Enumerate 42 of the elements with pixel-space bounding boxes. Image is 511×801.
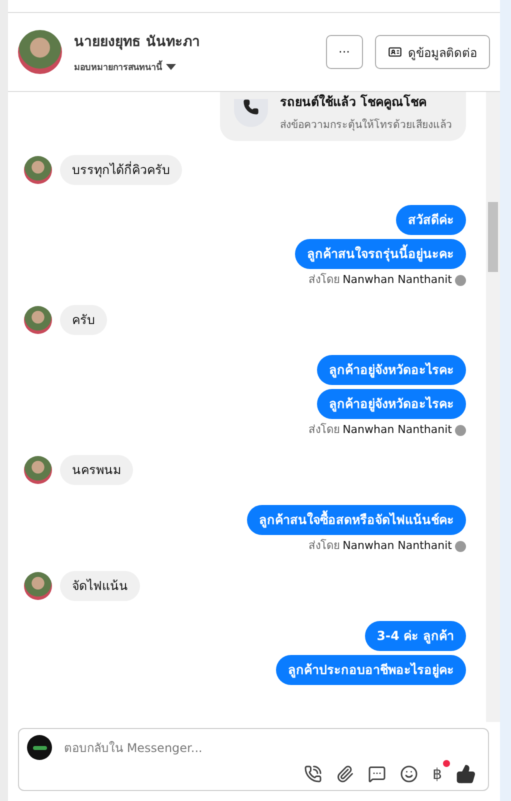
phone-icon (243, 98, 259, 114)
more-button[interactable]: ··· (326, 35, 363, 69)
avatar (24, 156, 52, 184)
page-logo-icon (27, 735, 52, 760)
contact-card-icon (388, 45, 402, 59)
contact-info-button[interactable]: ดูข้อมูลติดต่อ (375, 35, 490, 69)
avatar (24, 572, 52, 600)
paperclip-icon[interactable] (336, 765, 354, 783)
emoji-icon[interactable] (400, 765, 418, 783)
sent-message: ลูกค้าอยู่จังหวัดอะไรคะ (317, 389, 466, 419)
received-message: จัดไฟแน้น (60, 571, 140, 601)
sender-name: Nanwhan Nanthanit (342, 273, 452, 287)
sent-by-label: ส่งโดย (308, 273, 340, 287)
received-message: บรรทุกได้กี่คิวครับ (60, 155, 182, 185)
sent-message: 3-4 ค่ะ ลูกค้า (364, 621, 466, 651)
like-icon[interactable] (456, 764, 476, 784)
received-message: ครับ (60, 305, 107, 335)
help-icon[interactable] (455, 540, 466, 552)
avatar (18, 30, 62, 74)
avatar (24, 306, 52, 334)
received-message: นครพนม (60, 455, 133, 485)
call-card-title: รถยนต์ใช้แล้ว โชคคูณโชค (280, 93, 428, 112)
contact-name: นายยงยุทธ นันทะภา (74, 33, 201, 52)
sent-message: ลูกค้าอยู่จังหวัดอะไรคะ (317, 355, 466, 385)
sent-message: ลูกค้าประกอบอาชีพอะไรอยู่คะ (276, 655, 466, 685)
avatar (24, 456, 52, 484)
call-add-icon[interactable] (304, 765, 322, 783)
scrollbar-thumb[interactable] (488, 202, 498, 272)
sender-name: Nanwhan Nanthanit (342, 423, 452, 437)
scrollbar[interactable] (486, 92, 500, 722)
help-icon[interactable] (455, 424, 466, 436)
chat-bubble-icon[interactable] (368, 765, 386, 783)
help-icon[interactable] (455, 274, 466, 286)
sent-message: สวัสดีค่ะ (396, 205, 466, 235)
payment-button[interactable]: ฿ (432, 765, 442, 783)
assign-dropdown[interactable]: มอบหมายการสนทนานี้ (74, 60, 314, 74)
sent-by-label: ส่งโดย (308, 539, 340, 553)
sent-message: ลูกค้าสนใจรถรุ่นนี้อยู่นะคะ (295, 239, 466, 269)
sender-name: Nanwhan Nanthanit (342, 539, 452, 553)
sent-by-label: ส่งโดย (308, 423, 340, 437)
sent-message: ลูกค้าสนใจซื้อสดหรือจัดไฟแน้นช์คะ (247, 505, 466, 535)
call-card-text: ส่งข้อความกระตุ้นให้โทรด้วยเสียงแล้ว (280, 118, 452, 133)
